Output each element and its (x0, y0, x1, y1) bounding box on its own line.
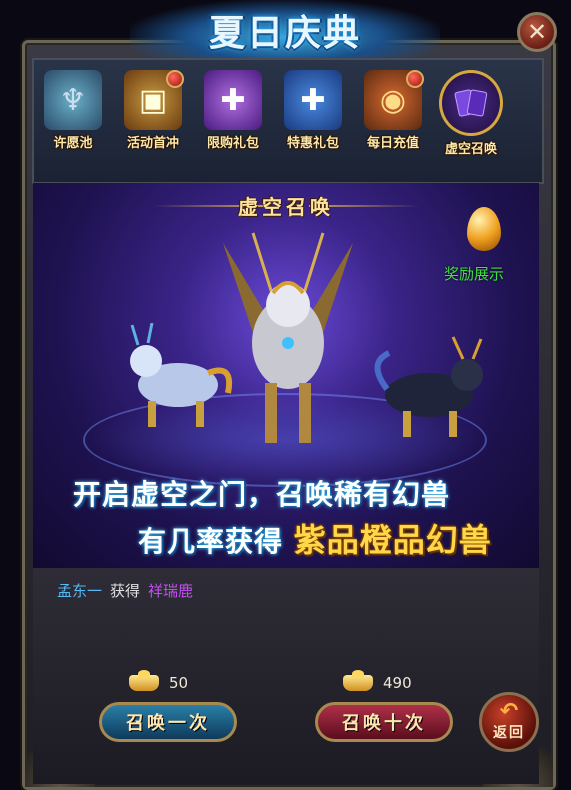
tab-label: 每日充值 (366, 136, 419, 151)
back-label: 返回 (493, 725, 525, 741)
dark-beast-image (374, 336, 483, 437)
summon-showcase-panel: 虚空召唤 奖励展示 开启虚空之门，召唤稀有幻兽 有几率获得 紫品橙品幻兽 (33, 183, 539, 568)
broadcast-player-name[interactable]: 孟东一 (57, 582, 102, 600)
close-button[interactable]: ✕ (517, 12, 557, 52)
summon-broadcast: 孟东一 获得 祥瑞鹿 (57, 580, 193, 601)
tab-wish-pool[interactable]: ♆ 许愿池 (40, 70, 106, 166)
close-icon: ✕ (526, 18, 548, 46)
section-title: 虚空召唤 (238, 195, 334, 219)
gold-ingot-icon (129, 670, 159, 691)
purple-gift-icon: ✚ (204, 70, 262, 130)
notification-dot-icon (166, 70, 184, 88)
single-cost-value: 50 (169, 674, 189, 692)
broadcast-item-name[interactable]: 祥瑞鹿 (148, 582, 193, 600)
broadcast-verb: 获得 (110, 582, 141, 600)
tab-special-pack[interactable]: ✚ 特惠礼包 (280, 70, 346, 166)
summon-controls-area: 孟东一 获得 祥瑞鹿 50 490 召唤一次 召唤十次 ↶ 返回 (33, 568, 539, 784)
winged-beast-image (223, 232, 353, 443)
notification-dot-icon (406, 70, 424, 88)
promo-line-2: 有几率获得 紫品橙品幻兽 (138, 515, 492, 561)
promo-highlight: 紫品橙品幻兽 (293, 521, 492, 559)
tab-label: 虚空召唤 (444, 142, 497, 157)
gold-ingot-icon (343, 670, 373, 691)
reward-preview-link[interactable]: 奖励展示 (444, 263, 504, 284)
blue-gift-icon: ✚ (284, 70, 342, 130)
return-arrow-icon: ↶ (499, 699, 519, 724)
tab-label: 活动首冲 (126, 136, 179, 151)
golden-egg-icon[interactable] (467, 207, 501, 251)
title-banner: 夏日庆典 (130, 0, 440, 62)
ten-summon-cost: 490 (343, 670, 412, 692)
tab-label: 许愿池 (53, 136, 93, 151)
void-cards-icon (439, 70, 503, 136)
activity-tab-bar: ♆ 许愿池 ▣ 活动首冲 ✚ 限购礼包 ✚ 特惠礼包 ◉ 每日充值 虚空召唤 (32, 58, 544, 184)
back-button[interactable]: ↶ 返回 (479, 692, 539, 752)
promo-line-1: 开启虚空之门，召唤稀有幻兽 (73, 478, 451, 511)
window-title: 夏日庆典 (208, 13, 361, 54)
wish-statue-icon: ♆ (44, 70, 102, 130)
tab-first-recharge[interactable]: ▣ 活动首冲 (120, 70, 186, 166)
ten-cost-value: 490 (383, 674, 412, 692)
treasure-chest-icon: ▣ (124, 70, 184, 130)
treasure-pot-icon: ◉ (364, 70, 424, 130)
tab-limited-pack[interactable]: ✚ 限购礼包 (200, 70, 266, 166)
single-summon-cost: 50 (129, 670, 189, 692)
tab-void-summon[interactable]: 虚空召唤 (438, 70, 504, 166)
promo-line-2-prefix: 有几率获得 (138, 525, 284, 558)
summon-once-button[interactable]: 召唤一次 (99, 702, 237, 742)
summon-ten-button[interactable]: 召唤十次 (315, 702, 453, 742)
tab-daily-recharge[interactable]: ◉ 每日充值 (360, 70, 426, 166)
tab-label: 特惠礼包 (286, 136, 339, 151)
tab-label: 限购礼包 (206, 136, 259, 151)
